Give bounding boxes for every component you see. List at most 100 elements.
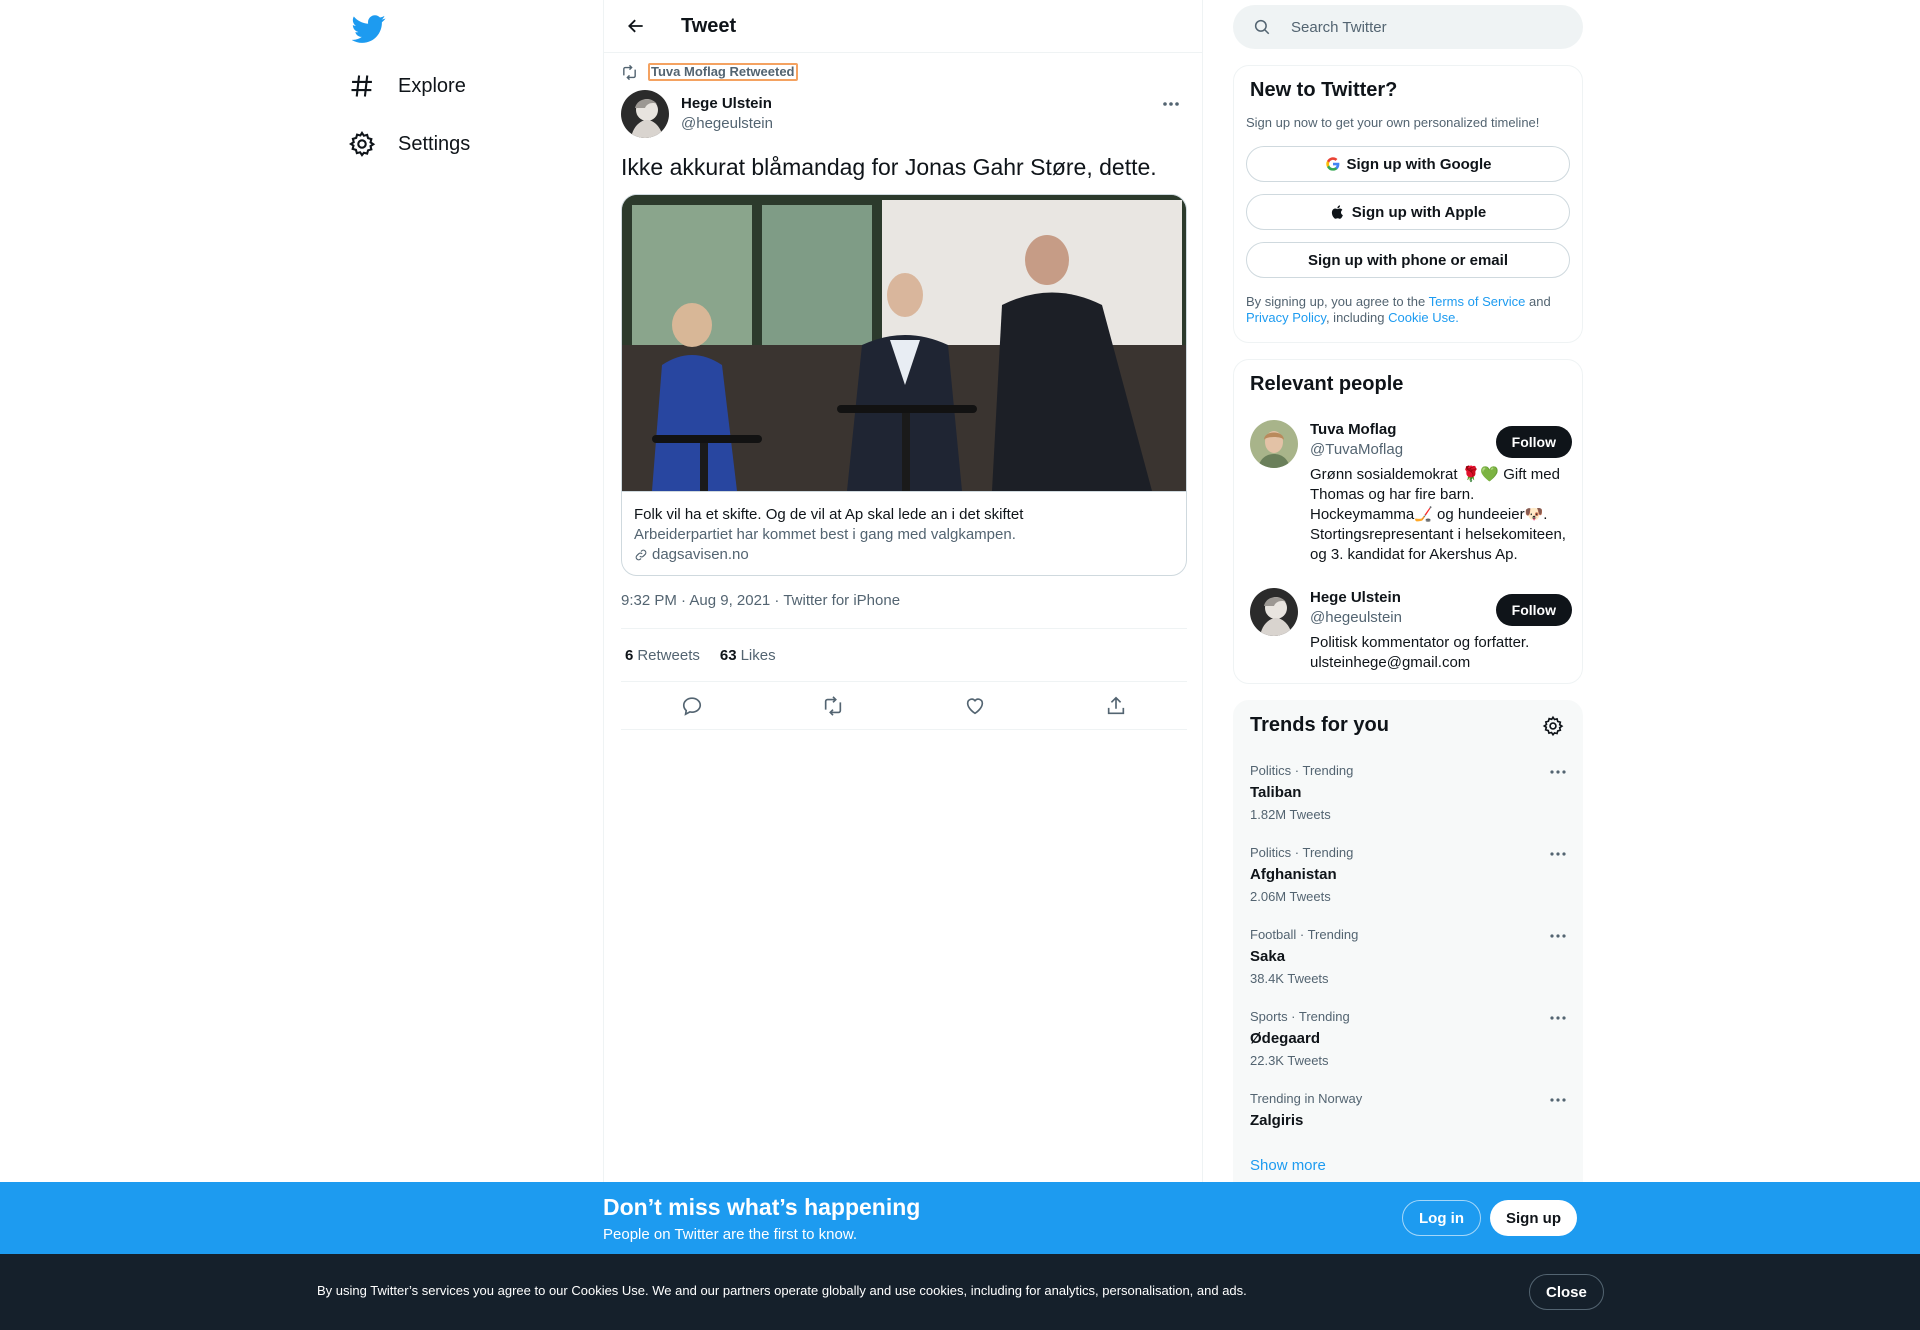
twitter-bird-icon[interactable] — [352, 12, 386, 46]
tweet-actions — [621, 682, 1187, 730]
relevant-people-panel: Relevant people Tuva Moflag @TuvaMoflag … — [1233, 359, 1583, 684]
retweet-context-link[interactable]: Tuva Moflag Retweeted — [648, 63, 798, 81]
retweets-label: Retweets — [637, 646, 700, 664]
nav-item-explore[interactable]: Explore — [348, 66, 466, 106]
likes-count: 63 — [719, 646, 737, 664]
cookie-use-link[interactable]: Cookie Use. — [1388, 310, 1459, 325]
nav-item-label: Explore — [398, 74, 466, 97]
more-dots-icon[interactable] — [1546, 927, 1570, 945]
retweet-context: Tuva Moflag Retweeted — [621, 63, 798, 81]
card-body: Folk vil ha et skifte. Og de vil at Ap s… — [622, 491, 1186, 565]
card-domain-text: dagsavisen.no — [652, 546, 749, 563]
trend-name: Taliban — [1250, 784, 1302, 801]
trend-item[interactable]: Trending in Norway Zalgiris — [1250, 1091, 1570, 1131]
apple-icon — [1330, 204, 1352, 220]
trends-panel: Trends for you Politics · Trending Talib… — [1233, 700, 1583, 1200]
gear-icon[interactable] — [1542, 715, 1566, 739]
avatar[interactable] — [1250, 420, 1298, 468]
login-banner-title: Don’t miss what’s happening — [603, 1194, 921, 1220]
more-options-button[interactable] — [1154, 92, 1188, 116]
signup-phone-button[interactable]: Sign up with phone or email — [1246, 242, 1570, 278]
privacy-policy-link[interactable]: Privacy Policy — [1246, 310, 1326, 325]
avatar[interactable] — [1250, 588, 1298, 636]
trend-count: 22.3K Tweets — [1250, 1053, 1329, 1068]
search-bar[interactable] — [1233, 5, 1583, 49]
arrow-left-icon — [626, 16, 646, 36]
tweet-stats: 6 Retweets 63 Likes — [621, 628, 1187, 682]
trend-item[interactable]: Sports · Trending Ødegaard 22.3K Tweets — [1250, 1009, 1570, 1069]
reply-button[interactable] — [674, 688, 710, 724]
card-domain: dagsavisen.no — [634, 545, 1174, 565]
signup-apple-button[interactable]: Sign up with Apple — [1246, 194, 1570, 230]
signup-apple-label: Sign up with Apple — [1351, 203, 1487, 221]
tweet-timestamp[interactable]: 9:32 PM · Aug 9, 2021 · Twitter for iPho… — [621, 592, 900, 609]
cookie-banner-text: By using Twitter’s services you agree to… — [317, 1283, 1247, 1298]
trend-item[interactable]: Football · Trending Saka 38.4K Tweets — [1250, 927, 1570, 987]
trend-meta: Politics · Trending — [1250, 763, 1354, 778]
tweet-author[interactable]: Hege Ulstein @hegeulstein — [621, 90, 773, 138]
card-title: Folk vil ha et skifte. Og de vil at Ap s… — [634, 506, 1024, 523]
trend-item[interactable]: Politics · Trending Taliban 1.82M Tweets — [1250, 763, 1570, 823]
more-dots-icon[interactable] — [1546, 1091, 1570, 1109]
trend-meta: Football · Trending — [1250, 927, 1359, 942]
person-bio: Grønn sosialdemokrat 🌹💚 Gift med Thomas … — [1310, 466, 1566, 563]
trends-title: Trends for you — [1250, 714, 1389, 736]
trend-name: Zalgiris — [1250, 1112, 1304, 1129]
more-dots-icon[interactable] — [1546, 1009, 1570, 1027]
cookie-close-button[interactable]: Close — [1529, 1274, 1604, 1310]
tweet-text: Ikke akkurat blåmandag for Jonas Gahr St… — [621, 154, 1157, 180]
search-input[interactable] — [1291, 18, 1551, 36]
cookie-banner: By using Twitter’s services you agree to… — [0, 1254, 1920, 1330]
signup-subtitle: Sign up now to get your own personalized… — [1246, 115, 1540, 130]
login-button[interactable]: Log in — [1402, 1200, 1481, 1236]
more-dots-icon[interactable] — [1546, 763, 1570, 781]
link-icon — [634, 548, 648, 562]
relevant-people-title: Relevant people — [1250, 373, 1404, 395]
share-icon — [1105, 695, 1127, 717]
trend-name: Saka — [1250, 948, 1286, 965]
terms-of-service-link[interactable]: Terms of Service — [1429, 294, 1526, 309]
page-title: Tweet — [681, 14, 737, 37]
signup-legal-text: By signing up, you agree to the Terms of… — [1246, 294, 1576, 326]
signup-phone-label: Sign up with phone or email — [1307, 251, 1508, 269]
login-banner: Don’t miss what’s happening People on Tw… — [0, 1182, 1920, 1254]
like-button[interactable] — [957, 688, 993, 724]
follow-button[interactable]: Follow — [1495, 594, 1572, 626]
card-image — [622, 195, 1186, 491]
retweet-icon — [621, 64, 638, 81]
trend-name: Afghanistan — [1250, 866, 1337, 883]
trend-meta: Sports · Trending — [1250, 1009, 1350, 1024]
search-icon — [1233, 18, 1271, 36]
avatar[interactable] — [621, 90, 669, 138]
trend-count: 1.82M Tweets — [1250, 807, 1331, 822]
nav-item-settings[interactable]: Settings — [348, 124, 470, 164]
author-handle: @hegeulstein — [681, 115, 773, 132]
likes-stat[interactable]: 63 Likes — [720, 647, 776, 664]
more-dots-icon[interactable] — [1546, 845, 1570, 863]
google-icon — [1325, 156, 1347, 172]
trend-count: 38.4K Tweets — [1250, 971, 1329, 986]
gear-icon — [348, 130, 376, 158]
login-banner-subtitle: People on Twitter are the first to know. — [603, 1226, 858, 1243]
share-button[interactable] — [1098, 688, 1134, 724]
signup-google-label: Sign up with Google — [1346, 155, 1492, 173]
retweets-stat[interactable]: 6 Retweets — [625, 647, 700, 664]
trend-meta: Politics · Trending — [1250, 845, 1354, 860]
show-more-link[interactable]: Show more — [1250, 1157, 1326, 1174]
nav-item-label: Settings — [398, 132, 471, 155]
trend-meta: Trending in Norway — [1250, 1091, 1363, 1106]
main-column: Tweet Tuva Moflag Retweeted Hege Ulstein… — [603, 0, 1203, 1330]
back-button[interactable] — [618, 8, 654, 44]
likes-label: Likes — [740, 646, 776, 664]
signup-panel-title: New to Twitter? — [1250, 79, 1398, 101]
signup-google-button[interactable]: Sign up with Google — [1246, 146, 1570, 182]
legal-and: and — [1525, 294, 1551, 309]
retweet-button[interactable] — [815, 688, 851, 724]
person-bio: Politisk kommentator og forfatter. ulste… — [1310, 634, 1530, 671]
signup-button[interactable]: Sign up — [1490, 1200, 1577, 1236]
follow-button[interactable]: Follow — [1495, 426, 1572, 458]
link-card[interactable]: Folk vil ha et skifte. Og de vil at Ap s… — [621, 194, 1187, 576]
card-description: Arbeiderpartiet har kommet best i gang m… — [634, 526, 1016, 543]
retweet-icon — [822, 695, 844, 717]
trend-item[interactable]: Politics · Trending Afghanistan 2.06M Tw… — [1250, 845, 1570, 905]
